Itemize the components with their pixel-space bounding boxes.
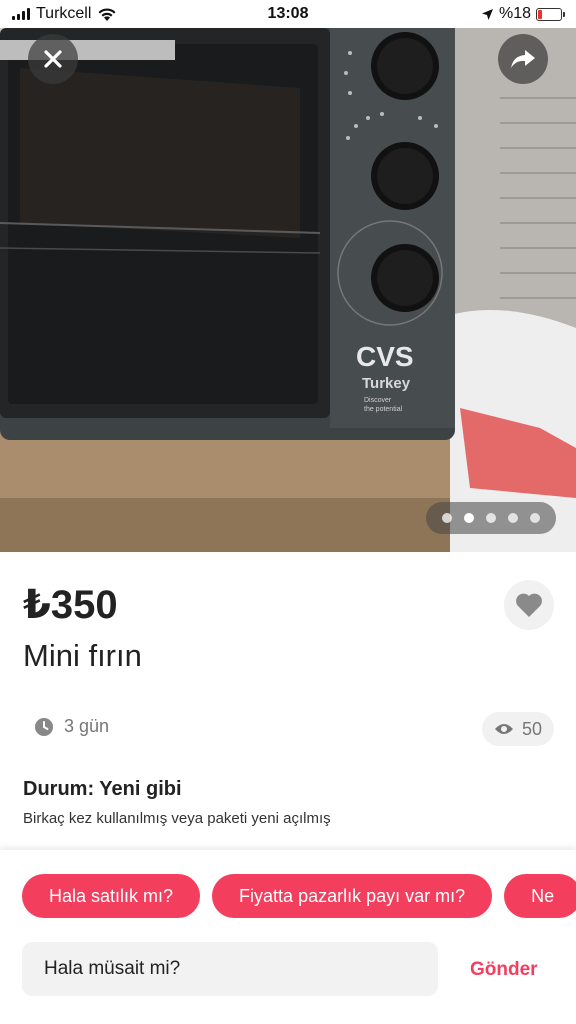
pager-dot[interactable] [442,513,452,523]
location-arrow-icon [481,8,493,20]
battery-percent: %18 [498,5,531,22]
pager-dot-active[interactable] [464,513,474,523]
clock: 13:08 [267,5,309,22]
share-button[interactable] [498,34,548,84]
svg-text:CVS: CVS [356,341,414,372]
condition-title: Durum: Yeni gibi [23,778,182,800]
svg-text:Discover: Discover [364,397,392,404]
send-button[interactable]: Gönder [470,959,538,981]
close-icon [44,50,62,68]
oven-image: CVS Turkey Discover the potential [0,28,576,552]
quick-reply-chip[interactable]: Hala satılık mı? [22,874,201,918]
wifi-icon [98,7,116,21]
listing-price: ₺350 [23,583,118,627]
message-input[interactable]: Hala müsait mi? [22,942,438,996]
eye-icon [494,724,513,734]
clock-icon [35,717,53,736]
posted-time-label: 3 gün [64,716,110,736]
quick-replies: Hala satılık mı? Fiyatta pazarlık payı v… [22,874,576,918]
status-bar: Turkcell 13:08 %18 [0,0,576,28]
svg-text:Turkey: Turkey [362,375,411,392]
view-count: 50 [481,712,554,746]
view-count-label: 50 [521,718,542,739]
favorite-button[interactable] [504,580,554,630]
product-photo[interactable]: CVS Turkey Discover the potential [0,28,576,552]
posted-time: 3 gün [34,716,109,737]
message-panel: Hala satılık mı? Fiyatta pazarlık payı v… [0,850,576,1024]
battery-icon [536,7,565,21]
status-left: Turkcell [12,5,117,23]
quick-reply-chip[interactable]: Ne [504,874,576,918]
carrier-label: Turkcell [36,5,92,22]
condition-description: Birkaç kez kullanılmış veya paketi yeni … [23,810,331,827]
image-pager[interactable] [426,502,556,534]
pager-dot[interactable] [486,513,496,523]
heart-icon [516,593,542,617]
quick-reply-chip[interactable]: Fiyatta pazarlık payı var mı? [212,874,493,918]
pager-dot[interactable] [508,513,518,523]
share-icon [511,50,535,68]
close-button[interactable] [28,34,78,84]
signal-icon [12,8,30,20]
svg-text:the potential: the potential [364,406,403,413]
listing-title: Mini fırın [23,638,142,673]
status-right: %18 [481,5,565,23]
pager-dot[interactable] [530,513,540,523]
